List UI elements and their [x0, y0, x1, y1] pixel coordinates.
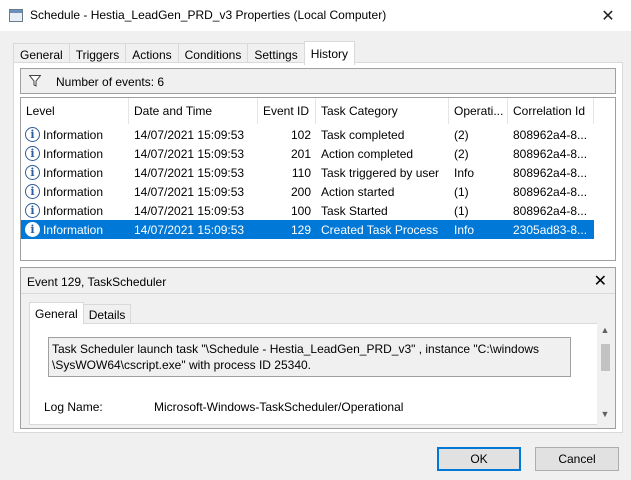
tab-history[interactable]: History [303, 41, 356, 65]
cell-date: 14/07/2021 15:09:53 [134, 127, 245, 142]
cell-level: Information [43, 184, 104, 199]
cell-event-id: 129 [290, 222, 311, 237]
column-header-operation[interactable]: Operati... [449, 98, 508, 124]
table-row-selected[interactable]: i Information 14/07/2021 15:09:53 129 Cre… [21, 220, 594, 239]
cell-correlation-id: 808962a4-8... [513, 165, 588, 180]
event-detail-pane: Event 129, TaskScheduler ✕ General Detai… [20, 267, 616, 429]
cell-date: 14/07/2021 15:09:53 [134, 184, 245, 199]
history-panel: Number of events: 6 Level Date and Time … [13, 62, 623, 433]
event-description[interactable]: Task Scheduler launch task "\Schedule - … [48, 337, 571, 377]
information-icon: i [25, 146, 40, 161]
cell-category: Task Started [321, 203, 388, 218]
window-icon [9, 9, 23, 22]
cell-category: Action completed [321, 146, 414, 161]
log-name-value: Microsoft-Windows-TaskScheduler/Operatio… [154, 400, 404, 414]
cell-correlation-id: 808962a4-8... [513, 184, 588, 199]
events-count: Number of events: 6 [56, 75, 165, 89]
cell-event-id: 102 [290, 127, 311, 142]
cell-operation: Info [454, 222, 475, 237]
table-row[interactable]: i Information 14/07/2021 15:09:53 200 Act… [21, 182, 594, 201]
detail-scrollbar[interactable]: ▲ ▼ [597, 323, 613, 425]
detail-title: Event 129, TaskScheduler [27, 275, 167, 289]
information-icon: i [25, 127, 40, 142]
detail-general-panel: Task Scheduler launch task "\Schedule - … [29, 323, 605, 425]
filter-bar: Number of events: 6 [20, 68, 616, 94]
information-icon: i [25, 184, 40, 199]
window-close-button[interactable]: ✕ [585, 0, 631, 31]
title-bar: Schedule - Hestia_LeadGen_PRD_v3 Propert… [0, 0, 631, 31]
cell-date: 14/07/2021 15:09:53 [134, 203, 245, 218]
description-line-1: Task Scheduler launch task "\Schedule - … [52, 342, 540, 356]
ok-button[interactable]: OK [437, 447, 521, 471]
cell-operation: (2) [454, 146, 469, 161]
cell-level: Information [43, 146, 104, 161]
cell-level: Information [43, 203, 104, 218]
cell-category: Task triggered by user [321, 165, 440, 180]
detail-header: Event 129, TaskScheduler ✕ [21, 268, 615, 294]
cell-correlation-id: 808962a4-8... [513, 146, 588, 161]
cell-level: Information [43, 127, 104, 142]
cell-category: Created Task Process [321, 222, 439, 237]
table-row[interactable]: i Information 14/07/2021 15:09:53 102 Tas… [21, 125, 594, 144]
cell-event-id: 200 [290, 184, 311, 199]
table-row[interactable]: i Information 14/07/2021 15:09:53 201 Act… [21, 144, 594, 163]
cell-correlation-id: 2305ad83-8... [513, 222, 588, 237]
cell-operation: Info [454, 165, 475, 180]
cell-date: 14/07/2021 15:09:53 [134, 146, 245, 161]
cell-date: 14/07/2021 15:09:53 [134, 222, 245, 237]
cell-operation: (1) [454, 184, 469, 199]
cell-event-id: 100 [290, 203, 311, 218]
detail-tab-details[interactable]: Details [82, 304, 132, 324]
scroll-thumb[interactable] [601, 344, 610, 371]
detail-close-button[interactable]: ✕ [594, 271, 607, 291]
column-header-level[interactable]: Level [21, 98, 129, 124]
scroll-up-icon[interactable]: ▲ [597, 325, 613, 339]
cell-category: Task completed [321, 127, 405, 142]
cell-level: Information [43, 165, 104, 180]
cell-operation: (2) [454, 127, 469, 142]
scroll-down-icon[interactable]: ▼ [597, 409, 613, 423]
properties-tabs: General Triggers Actions Conditions Sett… [13, 41, 356, 65]
table-row[interactable]: i Information 14/07/2021 15:09:53 110 Tas… [21, 163, 594, 182]
column-header-event-id[interactable]: Event ID [258, 98, 316, 124]
filter-icon[interactable] [29, 75, 41, 87]
column-header-task-category[interactable]: Task Category [316, 98, 449, 124]
information-icon: i [25, 165, 40, 180]
cell-event-id: 201 [290, 146, 311, 161]
table-header: Level Date and Time Event ID Task Catego… [21, 98, 615, 124]
cell-level: Information [43, 222, 104, 237]
log-name-label: Log Name: [44, 400, 103, 414]
cell-event-id: 110 [291, 165, 311, 180]
column-header-correlation-id[interactable]: Correlation Id [508, 98, 594, 124]
information-icon: i [25, 203, 40, 218]
cell-correlation-id: 808962a4-8... [513, 203, 588, 218]
column-header-date[interactable]: Date and Time [129, 98, 258, 124]
cell-category: Action started [321, 184, 395, 199]
events-table: Level Date and Time Event ID Task Catego… [20, 97, 616, 261]
cell-date: 14/07/2021 15:09:53 [134, 165, 245, 180]
window-title: Schedule - Hestia_LeadGen_PRD_v3 Propert… [30, 8, 387, 22]
description-line-2: \SysWOW64\cscript.exe" with process ID 2… [52, 358, 312, 372]
cancel-button[interactable]: Cancel [535, 447, 619, 471]
table-row[interactable]: i Information 14/07/2021 15:09:53 100 Tas… [21, 201, 594, 220]
cell-correlation-id: 808962a4-8... [513, 127, 588, 142]
cell-operation: (1) [454, 203, 469, 218]
information-icon: i [25, 222, 40, 237]
detail-tab-general[interactable]: General [29, 302, 84, 324]
detail-tabs: General Details [29, 302, 132, 324]
